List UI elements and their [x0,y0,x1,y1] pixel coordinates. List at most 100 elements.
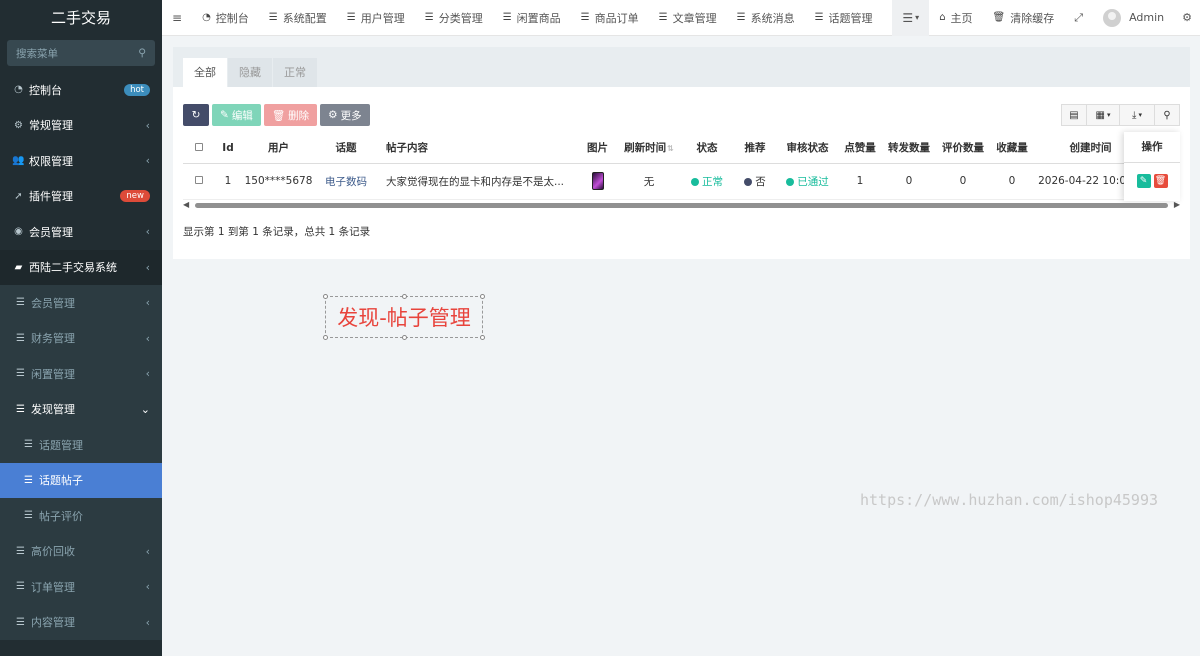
resize-handle[interactable] [323,294,328,299]
more-button[interactable]: ⚙ 更多 [320,104,370,126]
list-icon: ☰ [24,510,33,522]
resize-handle[interactable] [480,294,485,299]
sidebar-item-member-manage[interactable]: ☰ 会员管理 ‹ [0,285,162,321]
horizontal-scrollbar[interactable]: ◀ ▶ [183,200,1180,210]
col-topic[interactable]: 话题 [316,133,376,164]
row-select[interactable] [183,163,215,200]
columns-button[interactable]: ▦ ▾ [1086,104,1120,126]
topnav-topics[interactable]: ☰ 话题管理 [805,0,883,36]
sidebar-item-recycle[interactable]: ☰ 高价回收 ‹ [0,534,162,570]
tab-all[interactable]: 全部 [183,58,227,87]
col-shares[interactable]: 转发数量 [881,133,937,164]
resize-handle[interactable] [402,335,407,340]
topnav-orders[interactable]: ☰ 商品订单 [571,0,649,36]
sidebar-item-label: 常规管理 [29,119,73,133]
select-all-checkbox[interactable] [195,142,203,151]
expand-icon: ⤢ [1074,10,1084,24]
col-audit[interactable]: 审核状态 [776,133,839,164]
col-image[interactable]: 图片 [577,133,618,164]
topnav-articles[interactable]: ☰ 文章管理 [649,0,727,36]
row-delete-button[interactable]: 🗑 [1153,174,1168,188]
refresh-button[interactable]: ↻ [183,104,209,126]
scrollbar-thumb[interactable] [195,203,1168,208]
sidebar-item-auth[interactable]: 👥 权限管理 ‹ [0,143,162,179]
col-favorites[interactable]: 收藏量 [989,133,1035,164]
sidebar-item-topic-manage[interactable]: ☰ 话题管理 [0,427,162,463]
topnav-idle-goods[interactable]: ☰ 闲置商品 [493,0,571,36]
col-refresh-time[interactable]: 刷新时间⇅ [618,133,680,164]
cell-image[interactable] [577,163,618,200]
sidebar-item-plugins[interactable]: ➚ 插件管理 new [0,179,162,215]
toggle-view-button[interactable]: ▤ [1061,104,1087,126]
topnav-home[interactable]: ⌂ 主页 [929,0,982,36]
sidebar-item-idle[interactable]: ☰ 闲置管理 ‹ [0,356,162,392]
topnav-categories[interactable]: ☰ 分类管理 [415,0,493,36]
sidebar-item-finance[interactable]: ☰ 财务管理 ‹ [0,321,162,357]
search-icon[interactable]: ⚲ [138,47,146,59]
sidebar-toggle[interactable]: ≡ [162,0,192,36]
trash-icon: 🗑 [271,109,286,122]
sidebar-item-general[interactable]: ⚙ 常规管理 ‹ [0,108,162,144]
topnav-config[interactable]: ☰ 系统配置 [259,0,337,36]
sidebar-item-content[interactable]: ☰ 内容管理 ‹ [0,605,162,641]
topnav-label: 商品订单 [594,11,639,25]
tab-normal[interactable]: 正常 [273,58,317,87]
export-button[interactable]: ⤓ ▾ [1119,104,1155,126]
menu-search-input[interactable]: 搜索菜单 [16,46,58,61]
col-status[interactable]: 状态 [680,133,734,164]
chevron-left-icon: ‹ [145,331,150,345]
topnav-settings[interactable]: ⚙ [1174,0,1200,36]
scroll-right-icon[interactable]: ▶ [1174,200,1180,209]
list-icon: ☰ [580,12,590,23]
topnav-clear-cache[interactable]: 🗑 清除缓存 [983,0,1065,36]
col-id[interactable]: Id [215,133,241,164]
topnav-messages[interactable]: ☰ 系统消息 [727,0,805,36]
cell-topic[interactable]: 电子数码 [316,163,376,200]
caption-textbox[interactable]: 发现-帖子管理 [323,294,485,340]
topnav-user-menu[interactable]: Admin [1093,0,1174,36]
cell-refresh-time: 无 [618,163,680,200]
topnav-label: 系统配置 [282,11,327,25]
app-logo[interactable]: 二手交易 [0,0,162,36]
col-recommend[interactable]: 推荐 [734,133,776,164]
resize-handle[interactable] [402,294,407,299]
post-thumbnail[interactable] [591,172,604,190]
tab-hidden[interactable]: 隐藏 [228,58,272,87]
sidebar-item-post-reviews[interactable]: ☰ 帖子评价 [0,498,162,534]
cell-favorites: 0 [989,163,1035,200]
sidebar-item-topic-posts[interactable]: ☰ 话题帖子 [0,462,162,498]
sidebar-item-xilu-system[interactable]: ▰ 西陆二手交易系统 ‹ [0,249,162,285]
resize-handle[interactable] [480,335,485,340]
select-all-header[interactable] [183,133,215,164]
sidebar-item-orders[interactable]: ☰ 订单管理 ‹ [0,569,162,605]
col-content[interactable]: 帖子内容 [376,133,577,164]
audit-dot-icon [786,177,795,186]
search-button[interactable]: ⚲ [1154,104,1180,126]
topnav-more-dropdown[interactable]: ☰ ▾ [892,0,930,36]
edit-button[interactable]: ✎ 编辑 [212,104,261,126]
list-icon: ☰ [502,12,512,23]
sidebar-item-dashboard[interactable]: ◔ 控制台 hot [0,72,162,108]
list-icon: ☰ [24,439,33,451]
sidebar-item-label: 闲置管理 [31,367,75,381]
sidebar-item-discover[interactable]: ☰ 发现管理 ⌄ [0,392,162,428]
delete-button[interactable]: 🗑 删除 [263,104,318,126]
row-checkbox[interactable] [195,176,203,184]
delete-label: 删除 [288,109,310,122]
resize-handle[interactable] [323,335,328,340]
topnav-fullscreen[interactable]: ⤢ [1064,0,1093,36]
menu-search[interactable]: 搜索菜单 ⚲ [7,40,155,66]
sidebar-item-label: 话题帖子 [39,474,83,488]
sidebar-item-members[interactable]: ◉ 会员管理 ‹ [0,214,162,250]
row-edit-button[interactable]: ✎ [1136,174,1151,188]
col-user[interactable]: 用户 [241,133,316,164]
table-row[interactable]: 1 150****5678 电子数码 大家觉得现在的显卡和内存是不是太... 无… [183,163,1146,200]
col-likes[interactable]: 点赞量 [839,133,881,164]
topnav-users[interactable]: ☰ 用户管理 [337,0,415,36]
trash-icon: 🗑 [992,12,1006,23]
scroll-left-icon[interactable]: ◀ [183,200,189,209]
topnav-dashboard[interactable]: ◔ 控制台 [192,0,259,36]
cell-shares: 0 [881,163,937,200]
recommend-label: 否 [755,175,766,188]
col-reviews[interactable]: 评价数量 [937,133,989,164]
